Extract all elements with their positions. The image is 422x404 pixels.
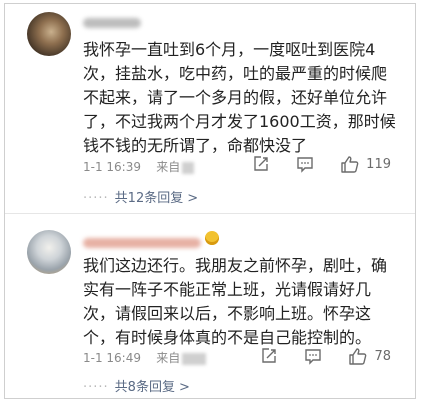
view-replies-link[interactable]: ····· 共12条回复 >: [83, 187, 198, 206]
comment-time: 1-1 16:49: [83, 351, 141, 365]
comment-meta: 1-1 16:39 来自: [83, 159, 195, 175]
emoji-badge-icon: [205, 231, 219, 245]
avatar[interactable]: [27, 230, 71, 274]
source-label: 来自: [156, 160, 181, 174]
like-count: 119: [366, 156, 391, 172]
comment-actions: 78: [234, 345, 391, 367]
comment-button[interactable]: [304, 347, 322, 365]
username-redacted[interactable]: [83, 18, 141, 28]
comment-icon: [304, 347, 322, 365]
comment-item: 我怀孕一直吐到6个月，一度呕吐到医院4次，挂盐水，吃中药，吐的最严重的时候爬不起…: [5, 4, 415, 214]
repost-icon: [252, 155, 270, 173]
avatar[interactable]: [27, 12, 71, 56]
replies-label: 共8条回复: [114, 380, 175, 395]
like-button[interactable]: 119: [340, 155, 391, 173]
username-redacted[interactable]: [83, 238, 201, 248]
source-redacted: [182, 161, 195, 174]
replies-label: 共12条回复: [114, 191, 184, 206]
like-count: 78: [374, 348, 391, 364]
comment-text: 我们这边还行。我朋友之前怀孕，剧吐，确实有一阵子不能正常上班，光请假请好几次，请…: [83, 256, 388, 347]
view-replies-link[interactable]: ····· 共8条回复 >: [83, 376, 190, 395]
repost-icon: [260, 347, 278, 365]
comment-icon: [296, 155, 314, 173]
comment-item: 我们这边还行。我朋友之前怀孕，剧吐，确实有一阵子不能正常上班，光请假请好几次，请…: [5, 214, 415, 398]
repost-button[interactable]: [260, 347, 278, 365]
like-button[interactable]: 78: [348, 347, 391, 365]
comment-actions: 119: [226, 153, 391, 175]
chevron-right-icon: >: [178, 380, 190, 395]
source-redacted: [182, 352, 207, 365]
source-label: 来自: [156, 351, 181, 365]
thumbs-up-icon: [340, 155, 360, 173]
chevron-right-icon: >: [187, 191, 199, 206]
repost-button[interactable]: [252, 155, 270, 173]
comment-meta: 1-1 16:49 来自: [83, 350, 207, 366]
comment-time: 1-1 16:39: [83, 160, 141, 174]
comments-panel: 我怀孕一直吐到6个月，一度呕吐到医院4次，挂盐水，吃中药，吐的最严重的时候爬不起…: [4, 3, 416, 399]
comment-button[interactable]: [296, 155, 314, 173]
thumbs-up-icon: [348, 347, 368, 365]
comment-text: 我怀孕一直吐到6个月，一度呕吐到医院4次，挂盐水，吃中药，吐的最严重的时候爬不起…: [83, 40, 396, 155]
